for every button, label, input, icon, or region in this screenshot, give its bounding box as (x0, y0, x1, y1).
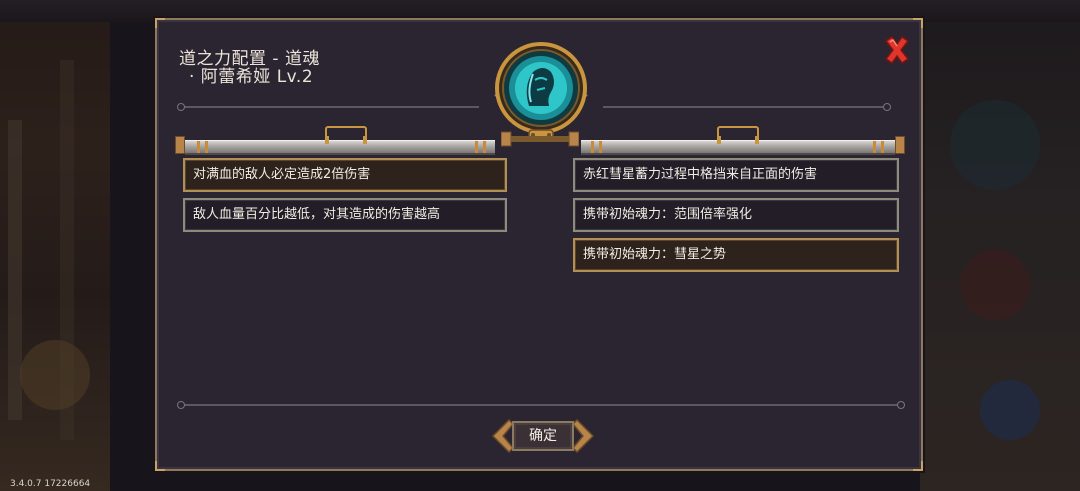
left-bar-bracket (325, 126, 367, 144)
ornament-line-left (177, 103, 479, 111)
confirm-button-label: 确定 (529, 428, 557, 444)
right-effect-text: 携带初始魂力：彗星之势 (583, 247, 727, 262)
right-bar-cap-end (895, 136, 905, 154)
left-effect-text: 对满血的敌人必定造成2倍伤害 (193, 167, 371, 182)
dialog-title-line2: · 阿蕾希娅 Lv.2 (189, 67, 314, 87)
confirm-button[interactable]: 确定 (491, 416, 595, 456)
right-effect-item[interactable]: 携带初始魂力：彗星之势 (573, 238, 899, 272)
left-header-bar (185, 140, 495, 155)
dialog-title-line1: 道之力配置 - 道魂 (179, 49, 320, 69)
left-effect-item[interactable]: 敌人血量百分比越低，对其造成的伤害越高 (183, 198, 507, 232)
dialog-title: 道之力配置 - 道魂 · 阿蕾希娅 Lv.2 (179, 50, 320, 86)
close-x-icon (884, 35, 910, 65)
right-effect-item[interactable]: 赤红彗星蓄力过程中格挡来自正面的伤害 (573, 158, 899, 192)
center-joint-ornament (501, 131, 579, 147)
version-label: 3.4.0.7 17226664 (10, 479, 91, 489)
right-header-bar (581, 140, 895, 155)
left-effect-text: 敌人血量百分比越低，对其造成的伤害越高 (193, 207, 441, 222)
left-effect-item[interactable]: 对满血的敌人必定造成2倍伤害 (183, 158, 507, 192)
right-bar-bracket (717, 126, 759, 144)
left-bar-cap-start (175, 136, 185, 154)
close-button[interactable] (882, 35, 912, 65)
ornament-line-right (603, 103, 891, 111)
right-effect-text: 携带初始魂力：范围倍率强化 (583, 207, 753, 222)
right-effect-text: 赤红彗星蓄力过程中格挡来自正面的伤害 (583, 167, 818, 182)
bottom-divider (177, 401, 905, 409)
right-effect-item[interactable]: 携带初始魂力：范围倍率强化 (573, 198, 899, 232)
dao-power-config-dialog: 道之力配置 - 道魂 · 阿蕾希娅 Lv.2 对满血的敌人必定造成2倍伤害 敌人… (155, 18, 923, 471)
